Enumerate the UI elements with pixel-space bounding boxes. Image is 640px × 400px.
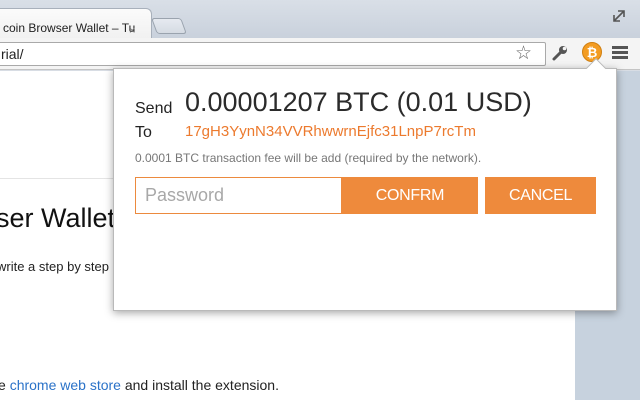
wrench-icon[interactable] (551, 44, 569, 62)
confirm-button[interactable]: CONFRM (342, 177, 478, 214)
page-heading: ser Wallet (0, 203, 116, 233)
resize-icon[interactable] (612, 9, 626, 23)
install-suffix: and install the extension. (120, 377, 279, 393)
fee-note: 0.0001 BTC transaction fee will be add (… (135, 151, 482, 165)
wallet-popup: Send 0.00001207 BTC (0.01 USD) To 17gH3Y… (113, 58, 617, 311)
bitcoin-wallet-icon[interactable]: ₿ (582, 42, 602, 62)
new-tab-button[interactable] (151, 18, 187, 34)
chrome-web-store-link[interactable]: chrome web store (10, 377, 121, 393)
tab-strip: coin Browser Wallet – Tu × (0, 0, 640, 38)
to-address: 17gH3YynN34VVRhwwrnEjfc31LnpP7rcTm (185, 123, 476, 140)
send-amount: 0.00001207 BTC (0.01 USD) (185, 87, 532, 117)
to-label: To (135, 124, 152, 141)
page-install-text: e chrome web store and install the exten… (0, 377, 279, 393)
tab-title-text: coin Browser Wallet – Tu (3, 21, 136, 35)
send-label: Send (135, 100, 173, 117)
cancel-button[interactable]: CANCEL (485, 177, 596, 214)
password-input[interactable] (135, 177, 342, 214)
address-bar-text: rial/ (1, 46, 24, 62)
browser-tab[interactable]: coin Browser Wallet – Tu × (0, 8, 152, 38)
browser-toolbar: rial/ ☆ (0, 38, 640, 70)
install-prefix: e (0, 377, 6, 393)
tab-close-icon[interactable]: × (129, 25, 135, 37)
bookmark-star-icon[interactable]: ☆ (515, 44, 532, 64)
page-intro-text: write a step by step (0, 259, 109, 274)
address-bar[interactable]: rial/ ☆ (0, 42, 546, 66)
menu-icon[interactable] (612, 46, 628, 60)
